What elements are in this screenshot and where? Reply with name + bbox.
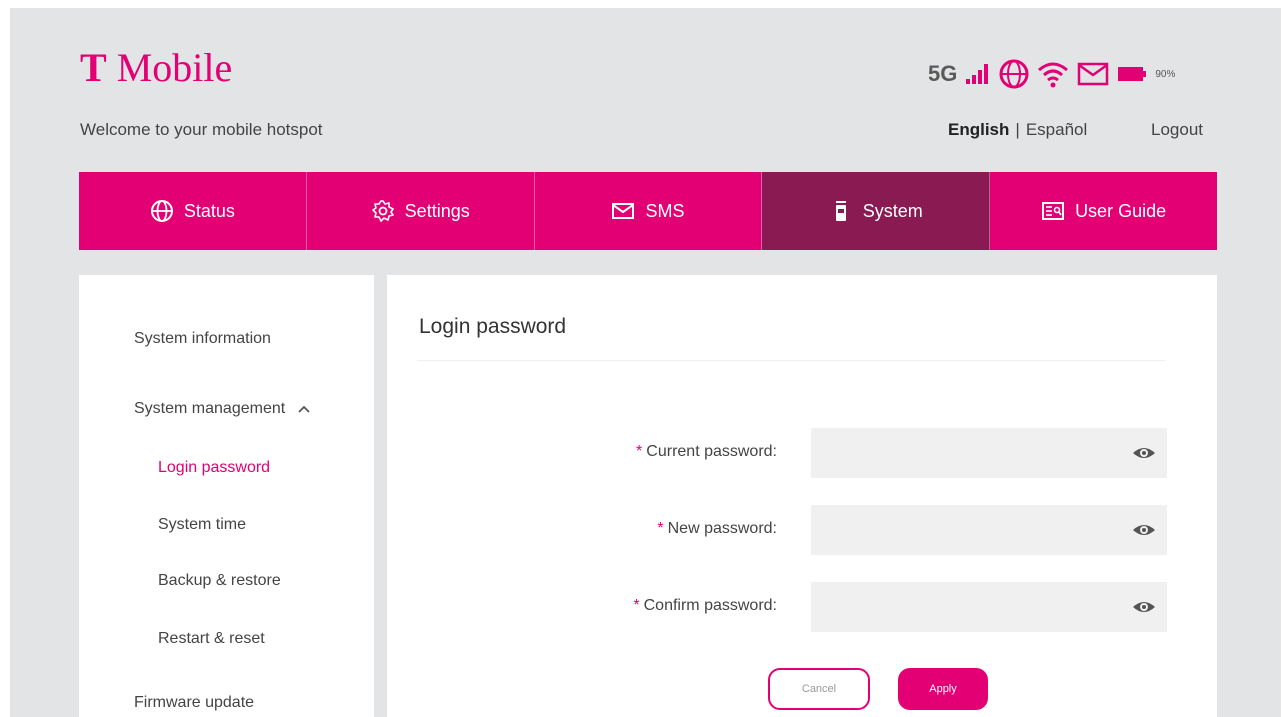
device-icon [835, 201, 846, 221]
current-password-input[interactable] [811, 428, 1167, 478]
new-password-input[interactable] [811, 505, 1167, 555]
main-content: Login password * Current password: * New p… [387, 275, 1217, 717]
mail-icon [612, 203, 635, 219]
device-status-bar: 5G 90% [928, 56, 1175, 92]
chevron-up-icon [298, 405, 310, 413]
page-title: Login password [419, 315, 567, 338]
apply-button[interactable]: Apply [898, 668, 988, 710]
confirm-password-label: * Confirm password: [633, 597, 777, 615]
wifi-icon [1038, 62, 1069, 88]
sidebar-item-label: Firmware update [134, 694, 255, 711]
new-password-row: * New password: [387, 505, 1217, 555]
eye-icon[interactable] [1132, 597, 1156, 617]
nav-sms[interactable]: SMS [535, 172, 763, 250]
new-password-label-text: New password: [667, 520, 777, 537]
required-mark: * [633, 597, 640, 614]
sidebar-item-system-management[interactable]: System management [134, 400, 311, 418]
sidebar-item-system-information[interactable]: System information [134, 330, 271, 348]
nav-settings-label: Settings [404, 200, 470, 221]
sidebar-item-label: Backup & restore [158, 572, 281, 589]
logout-link[interactable]: Logout [1151, 120, 1203, 140]
globe-icon [999, 59, 1029, 89]
title-divider [417, 360, 1165, 361]
current-password-label-text: Current password: [646, 443, 777, 460]
confirm-password-label-text: Confirm password: [643, 597, 777, 614]
signal-icon [966, 64, 989, 84]
tmobile-logo[interactable]: T Mobile [80, 46, 232, 90]
battery-icon [1118, 67, 1147, 81]
brand-name: Mobile [116, 45, 233, 90]
lang-english[interactable]: English [948, 120, 1009, 140]
sidebar-item-label: Login password [158, 459, 271, 476]
sidebar-item-backup-restore[interactable]: Backup & restore [158, 572, 281, 590]
sidebar: System information System management Log… [79, 275, 374, 717]
battery-percent: 90% [1155, 68, 1176, 80]
language-switcher: English | Español [948, 120, 1087, 140]
nav-settings[interactable]: Settings [307, 172, 535, 250]
sidebar-item-login-password[interactable]: Login password [158, 459, 270, 477]
guide-icon [1042, 202, 1065, 220]
lang-separator: | [1015, 120, 1020, 139]
sidebar-item-label: System management [134, 400, 286, 417]
nav-status-label: Status [183, 200, 235, 221]
nav-sms-label: SMS [645, 200, 685, 221]
nav-system[interactable]: System [762, 172, 991, 250]
sidebar-item-label: Restart & reset [158, 630, 265, 647]
eye-icon[interactable] [1132, 443, 1156, 463]
eye-icon[interactable] [1132, 520, 1156, 540]
nav-user-guide-label: User Guide [1075, 200, 1167, 221]
current-password-label: * Current password: [636, 443, 777, 461]
new-password-label: * New password: [657, 520, 777, 538]
mail-icon [1078, 62, 1109, 86]
logo-letter: T [80, 45, 107, 90]
sidebar-item-system-time[interactable]: System time [158, 516, 246, 534]
sidebar-item-restart-reset[interactable]: Restart & reset [158, 630, 265, 648]
globe-icon [150, 200, 173, 222]
required-mark: * [657, 520, 664, 537]
required-mark: * [636, 443, 643, 460]
current-password-row: * Current password: [387, 428, 1217, 478]
main-nav: Status Settings SMS System User Guide [79, 172, 1217, 250]
lang-spanish[interactable]: Español [1026, 120, 1087, 140]
nav-status[interactable]: Status [79, 172, 307, 250]
sidebar-item-firmware-update[interactable]: Firmware update [134, 694, 254, 712]
sidebar-item-label: System information [134, 330, 271, 347]
nav-user-guide[interactable]: User Guide [990, 172, 1217, 250]
network-type: 5G [928, 61, 958, 86]
confirm-password-input[interactable] [811, 582, 1167, 632]
gear-icon [371, 200, 394, 222]
sidebar-item-label: System time [158, 516, 247, 533]
confirm-password-row: * Confirm password: [387, 582, 1217, 632]
nav-system-label: System [862, 200, 923, 221]
cancel-button[interactable]: Cancel [768, 668, 870, 710]
welcome-text: Welcome to your mobile hotspot [80, 120, 323, 139]
